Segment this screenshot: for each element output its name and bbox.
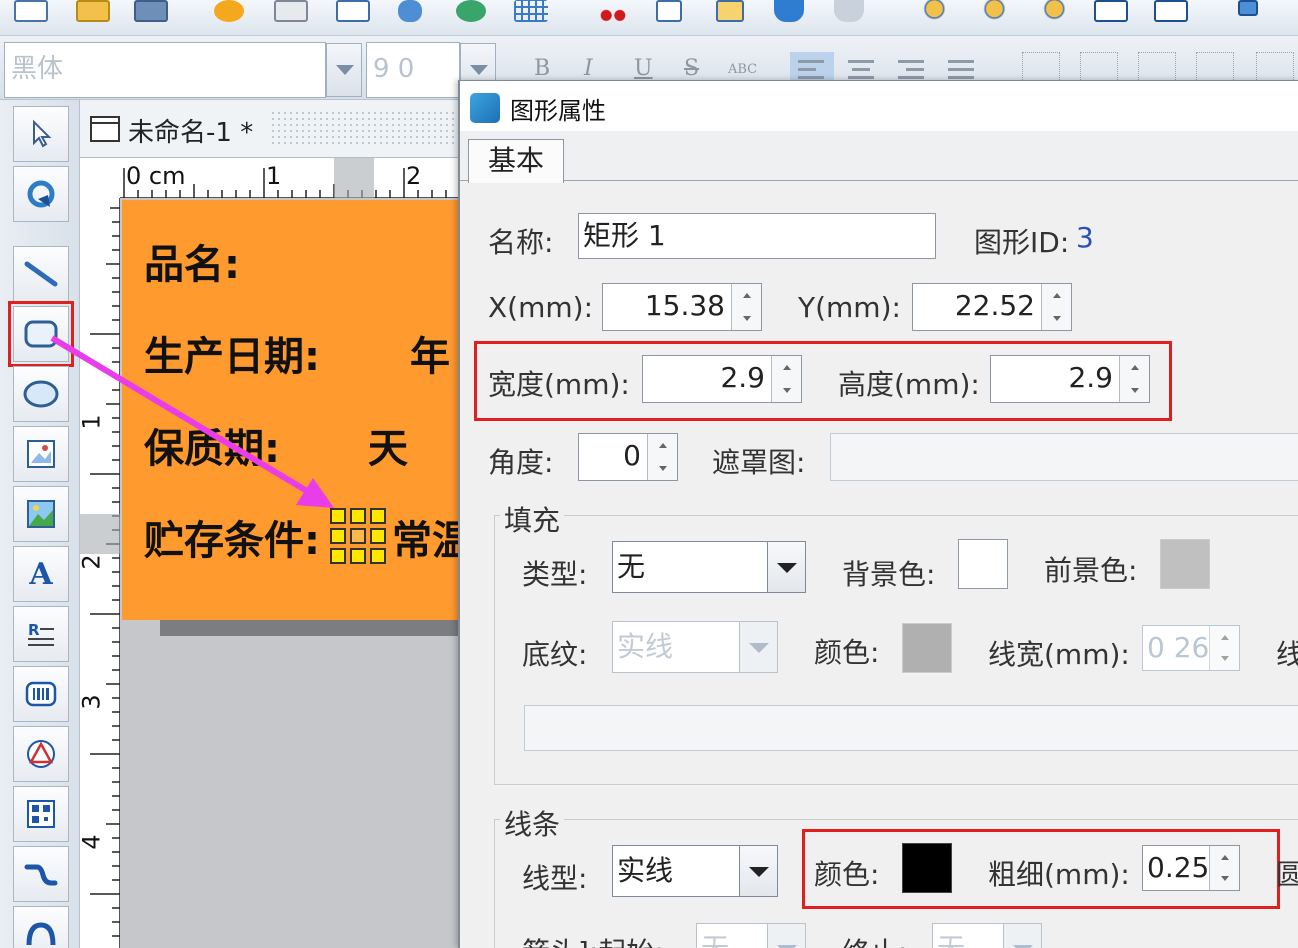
line-thickness-field[interactable]: 0.25 — [1142, 845, 1240, 891]
width-spinner[interactable] — [771, 356, 801, 402]
chevron-down-icon[interactable] — [739, 846, 777, 896]
y-field[interactable]: 22.52 — [912, 283, 1072, 331]
shape-id-label: 图形ID: — [974, 226, 1070, 259]
name-field[interactable]: 矩形 1 — [578, 213, 936, 259]
height-spinner[interactable] — [1119, 356, 1149, 402]
shape-id-value: 3 — [1076, 221, 1094, 254]
fill-type-value: 无 — [617, 550, 646, 583]
chevron-down-icon[interactable] — [739, 622, 777, 672]
dialog-title-bar[interactable]: 图形属性 — [460, 81, 1298, 131]
arrow-end-select[interactable]: 无 — [932, 923, 1042, 948]
dialog-title: 图形属性 — [510, 97, 606, 125]
height-field[interactable]: 2.9 — [990, 355, 1150, 403]
fill-preview-field — [524, 705, 1298, 751]
width-field[interactable]: 2.9 — [642, 355, 802, 403]
fg-color-swatch[interactable] — [1160, 539, 1210, 589]
pattern-select[interactable]: 实线 — [612, 621, 778, 673]
angle-field[interactable]: 0 — [578, 433, 678, 481]
dialog-app-icon — [470, 93, 500, 123]
dialog-tabstrip: 基本 — [460, 131, 1298, 183]
height-label: 高度(mm): — [838, 368, 980, 401]
width-label: 宽度(mm): — [488, 368, 630, 401]
arrow-start-select[interactable]: 无 — [696, 923, 806, 948]
line-color-label: 颜色: — [814, 858, 880, 891]
x-value: 15.38 — [644, 289, 725, 322]
y-spinner[interactable] — [1041, 284, 1071, 330]
arrow-start-value: 无 — [701, 932, 729, 948]
y-value: 22.52 — [954, 289, 1035, 322]
arrow-start-label: 箭头]:起始: — [522, 931, 664, 948]
line-type-select[interactable]: 实线 — [612, 845, 778, 897]
height-value: 2.9 — [1068, 361, 1113, 394]
pattern-value: 实线 — [617, 630, 674, 663]
line-type-value: 实线 — [617, 854, 674, 887]
line-type-label: 线型: — [522, 862, 588, 895]
angle-spinner[interactable] — [647, 434, 677, 480]
x-spinner[interactable] — [731, 284, 761, 330]
shape-properties-dialog: 图形属性 基本 名称: 矩形 1 图形ID: 3 X(mm): 15.38 Y(… — [458, 80, 1298, 948]
tab-basic[interactable]: 基本 — [468, 139, 564, 183]
y-label: Y(mm): — [798, 291, 901, 324]
fill-color-swatch[interactable] — [902, 623, 952, 673]
fill-line-width-value: 0 26 — [1147, 631, 1210, 664]
line-thickness-value: 0.25 — [1147, 851, 1210, 884]
angle-label: 角度: — [488, 446, 554, 479]
chevron-down-icon[interactable] — [767, 924, 805, 948]
line-thickness-spinner[interactable] — [1209, 846, 1239, 890]
mask-label: 遮罩图: — [712, 446, 806, 479]
fill-type-select[interactable]: 无 — [612, 541, 806, 593]
arrow-end-value: 无 — [937, 932, 965, 948]
fill-group-title: 填充 — [500, 499, 565, 539]
line-thickness-label: 粗细(mm): — [988, 858, 1130, 891]
fill-line-width-spinner[interactable] — [1209, 626, 1239, 670]
bg-color-swatch[interactable] — [958, 539, 1008, 589]
fill-line-width-field[interactable]: 0 26 — [1142, 625, 1240, 671]
chevron-down-icon[interactable] — [767, 542, 805, 592]
pattern-label: 底纹: — [522, 638, 588, 671]
fill-type-label: 类型: — [522, 558, 588, 591]
x-label: X(mm): — [488, 291, 594, 324]
line-cut-label: 圆 — [1276, 858, 1298, 891]
name-label: 名称: — [488, 226, 554, 259]
x-field[interactable]: 15.38 — [602, 283, 762, 331]
mask-field[interactable] — [830, 433, 1298, 481]
angle-value: 0 — [623, 439, 641, 472]
arrow-end-label: 终止: — [842, 931, 907, 948]
line-color-swatch[interactable] — [902, 843, 952, 893]
fg-color-label: 前景色: — [1044, 554, 1138, 587]
line-group-title: 线条 — [500, 803, 565, 843]
chevron-down-icon[interactable] — [1003, 924, 1041, 948]
width-value: 2.9 — [720, 361, 765, 394]
fill-cut-label: 线 — [1276, 638, 1298, 671]
fill-color-label: 颜色: — [814, 636, 880, 669]
bg-color-label: 背景色: — [842, 558, 936, 591]
fill-line-width-label: 线宽(mm): — [988, 638, 1130, 671]
